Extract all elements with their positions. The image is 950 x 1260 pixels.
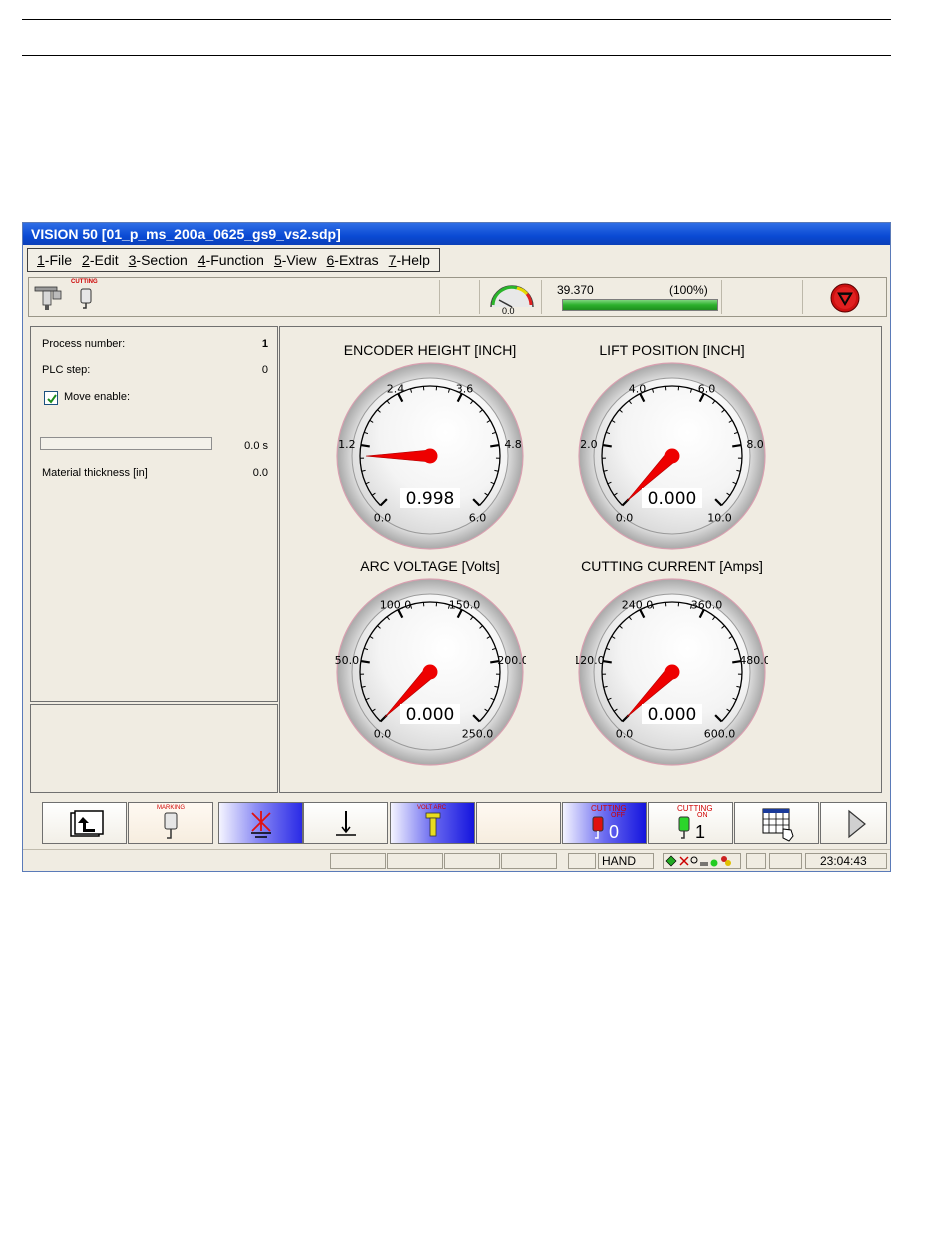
volt-arc-button[interactable]: VOLT ARC [390, 802, 475, 844]
gauge-tick-label: 6.0 [469, 511, 487, 524]
gauge-tick-label: 0.0 [616, 727, 634, 740]
plc-step-label: PLC step: [42, 364, 91, 376]
marking-button[interactable]: MARKING [128, 802, 213, 844]
gauge-tick-label: 2.4 [387, 382, 405, 395]
gauge-title-encoder-height: ENCODER HEIGHT [INCH] [343, 342, 517, 358]
function-button-bar: MARKING VOLT ARC CUTTING OFF 0 CUTTING O… [30, 801, 887, 847]
timer-progress-bar [40, 437, 212, 450]
gauge-tick-label: 4.0 [629, 382, 647, 395]
menu-help[interactable]: 7-Help [389, 252, 430, 268]
menu-extras[interactable]: 6-Extras [327, 252, 379, 268]
gauge-tick-label: 600.0 [704, 727, 736, 740]
gauge-cutting-current: 0.0 120.0 240.0 360.0 480.0 600.0 0.000 [576, 578, 768, 766]
cutting-label: CUTTING [71, 279, 98, 285]
gauge-tick-label: 480.0 [739, 654, 768, 667]
cutting-on-count: 1 [695, 822, 706, 842]
gauge-tick-label: 0.0 [374, 511, 392, 524]
cutting-off-count: 0 [609, 822, 620, 842]
gauge-tick-label: 1.2 [338, 438, 356, 451]
mode-indicator: HAND [598, 853, 654, 869]
move-enable-checkbox[interactable] [44, 391, 58, 405]
gauge-tick-label: 50.0 [335, 654, 360, 667]
gauge-tick-label: 100.0 [380, 598, 412, 611]
cutting-off-button[interactable]: CUTTING OFF 0 [562, 802, 647, 844]
gauge-tick-label: 0.0 [616, 511, 634, 524]
material-thickness-label: Material thickness [in] [42, 467, 148, 479]
gauge-tick-label: 120.0 [576, 654, 605, 667]
gauge-tick-label: 360.0 [691, 598, 723, 611]
gauge-tick-label: 8.0 [746, 438, 764, 451]
torch-icon [33, 282, 69, 312]
menu-bar: 1-File 2-Edit 3-Section 4-Function 5-Vie… [27, 248, 440, 272]
gauge-title-cutting-current: CUTTING CURRENT [Amps] [581, 558, 763, 574]
lower-torch-button[interactable] [303, 802, 388, 844]
status-cell [769, 853, 802, 869]
gauge-tick-label: 2.0 [580, 438, 598, 451]
status-cell [568, 853, 596, 869]
gauge-tick-label: 3.6 [456, 382, 474, 395]
gauge-encoder-height: 0.0 1.2 2.4 3.6 4.8 6.0 0.998 [336, 362, 524, 550]
gauge-tick-label: 200.0 [497, 654, 526, 667]
gauge-readout: 0.000 [648, 489, 697, 509]
process-number-value: 1 [261, 338, 268, 350]
gauge-tick-label: 6.0 [698, 382, 716, 395]
status-toolbar: CUTTING 0.0 39.370 (100%) [28, 277, 887, 317]
message-panel [30, 704, 278, 793]
status-cell [387, 853, 443, 869]
gauge-panel: ENCODER HEIGHT [INCH] LIFT POSITION [INC… [279, 326, 882, 793]
process-info-panel: Process number: 1 PLC step: 0 Move enabl… [30, 326, 278, 702]
menu-file[interactable]: 1-File [37, 252, 72, 268]
move-enable-label: Move enable: [64, 391, 131, 403]
menu-view[interactable]: 5-View [274, 252, 317, 268]
gauge-tick-label: 250.0 [462, 727, 494, 740]
speed-gauge-value: 0.0 [502, 306, 515, 316]
status-cell [330, 853, 386, 869]
gauge-tick-label: 4.8 [504, 438, 522, 451]
page-header-rule-bottom [22, 55, 891, 56]
gauge-arc-voltage: 0.0 50.0 100.0 150.0 200.0 250.0 0.000 [335, 578, 526, 766]
gauge-tick-label: 240.0 [622, 598, 654, 611]
gauge-title-arc-voltage: ARC VOLTAGE [Volts] [360, 558, 500, 574]
next-page-button[interactable] [820, 802, 887, 844]
gauge-tick-label: 0.0 [374, 727, 392, 740]
program-progress-bar [562, 299, 718, 311]
gauge-readout: 0.000 [648, 705, 697, 725]
gauge-readout: 0.000 [406, 705, 455, 725]
status-cell [501, 853, 557, 869]
back-button[interactable] [42, 802, 127, 844]
status-cell [444, 853, 500, 869]
program-progress-fill [563, 300, 717, 310]
timer-value: 0.0 s [244, 440, 268, 452]
menu-function[interactable]: 4-Function [198, 252, 264, 268]
gauge-tick-label: 150.0 [449, 598, 481, 611]
status-cell [746, 853, 766, 869]
keyboard-touch-button[interactable] [734, 802, 819, 844]
page-header-rule-top [22, 19, 891, 20]
progress-value: 39.370 [557, 283, 594, 297]
application-window: VISION 50 [01_p_ms_200a_0625_gs9_vs2.sdp… [22, 222, 891, 872]
process-number-label: Process number: [42, 338, 126, 350]
material-thickness-value: 0.0 [252, 467, 268, 479]
plc-step-value: 0 [261, 364, 268, 376]
progress-percent: (100%) [669, 283, 708, 297]
emergency-stop-icon[interactable] [829, 282, 861, 314]
menu-section[interactable]: 3-Section [129, 252, 188, 268]
torch-height-button[interactable] [218, 802, 303, 844]
gauge-readout: 0.998 [406, 489, 455, 509]
empty-button[interactable] [476, 802, 561, 844]
clock: 23:04:43 [805, 853, 887, 869]
status-bar: HAND 23:04:43 [23, 849, 890, 871]
menu-edit[interactable]: 2-Edit [82, 252, 119, 268]
window-title: VISION 50 [01_p_ms_200a_0625_gs9_vs2.sdp… [23, 223, 890, 245]
gauge-tick-label: 10.0 [707, 511, 732, 524]
cutting-on-button[interactable]: CUTTING ON 1 [648, 802, 733, 844]
gauge-lift-position: 0.0 2.0 4.0 6.0 8.0 10.0 0.000 [578, 362, 766, 550]
gauge-title-lift-position: LIFT POSITION [INCH] [599, 342, 745, 358]
io-status-icons [663, 853, 741, 869]
